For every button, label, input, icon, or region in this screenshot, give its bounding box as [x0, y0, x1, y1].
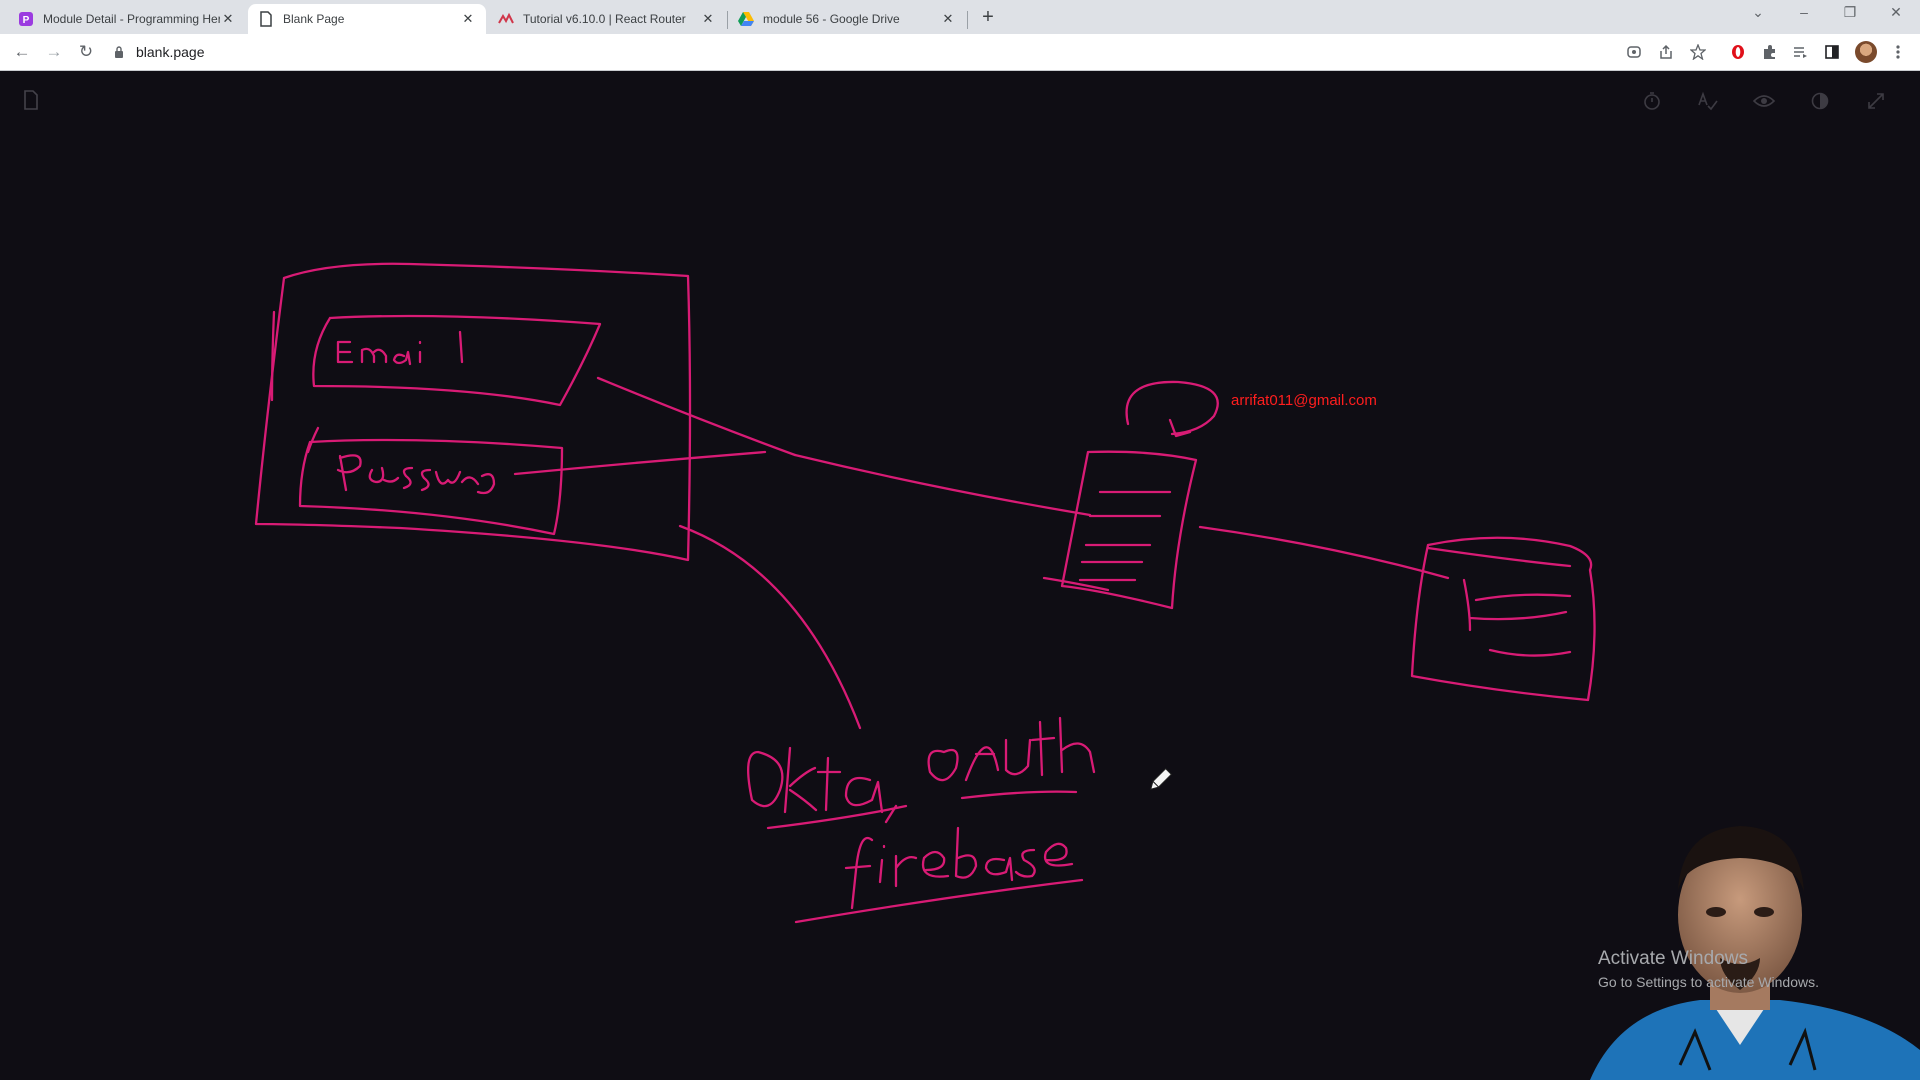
- share-icon[interactable]: [1656, 42, 1676, 62]
- tab-google-drive[interactable]: module 56 - Google Drive ✕: [728, 4, 966, 34]
- google-drive-icon: [738, 11, 754, 27]
- url-text: blank.page: [136, 44, 205, 60]
- tab-title: Tutorial v6.10.0 | React Router: [523, 12, 686, 26]
- forward-button[interactable]: →: [42, 40, 66, 64]
- bookmark-star-icon[interactable]: [1688, 42, 1708, 62]
- close-window-button[interactable]: ✕: [1884, 4, 1908, 21]
- programming-hero-icon: P: [18, 11, 34, 27]
- tab-close-icon[interactable]: ✕: [220, 11, 236, 27]
- password-handwriting: [336, 454, 496, 495]
- google-lens-icon[interactable]: [1624, 42, 1644, 62]
- tab-blank-page[interactable]: Blank Page ✕: [248, 4, 486, 34]
- opera-extension-icon[interactable]: [1728, 42, 1748, 62]
- email-handwriting: [336, 330, 464, 366]
- react-router-icon: [498, 11, 514, 27]
- tab-close-icon[interactable]: ✕: [940, 11, 956, 27]
- tab-title: Blank Page: [283, 12, 345, 26]
- profile-avatar[interactable]: [1855, 41, 1877, 63]
- back-button[interactable]: ←: [10, 40, 34, 64]
- tab-module-detail[interactable]: P Module Detail - Programming Hero ✕: [8, 4, 246, 34]
- lock-icon[interactable]: [112, 46, 126, 58]
- email-overlay-text: arrifat011@gmail.com: [1231, 392, 1377, 409]
- pen-cursor-icon: [1150, 767, 1173, 790]
- loop-arrow-sketch: [1125, 380, 1219, 438]
- tab-search-icon[interactable]: ⌄: [1746, 4, 1770, 21]
- tab-react-router[interactable]: Tutorial v6.10.0 | React Router ✕: [488, 4, 726, 34]
- reload-button[interactable]: ↻: [74, 40, 98, 64]
- minimize-button[interactable]: –: [1792, 4, 1816, 20]
- tab-separator: [967, 11, 968, 29]
- menu-kebab-icon[interactable]: [1888, 42, 1908, 62]
- presenter-webcam: [1590, 826, 1920, 1080]
- okta-oauth-handwriting: [747, 716, 1096, 824]
- connector-line: [1198, 525, 1450, 580]
- extensions-puzzle-icon[interactable]: [1760, 42, 1780, 62]
- connector-line: [678, 524, 862, 730]
- tab-title: Module Detail - Programming Hero: [43, 12, 220, 26]
- tab-close-icon[interactable]: ✕: [700, 11, 716, 27]
- new-tab-button[interactable]: +: [976, 6, 1000, 30]
- tab-strip: P Module Detail - Programming Hero ✕ Bla…: [0, 0, 1920, 34]
- tab-title: module 56 - Google Drive: [763, 12, 900, 26]
- windows-activation-watermark: Activate Windows Go to Settings to activ…: [1598, 948, 1819, 990]
- login-form-sketch: [254, 262, 692, 562]
- side-panel-icon[interactable]: [1822, 42, 1842, 62]
- watermark-subtitle: Go to Settings to activate Windows.: [1598, 974, 1819, 990]
- connector-line: [793, 453, 1092, 517]
- reading-list-icon[interactable]: [1790, 42, 1810, 62]
- connector-line: [513, 450, 767, 476]
- restore-button[interactable]: ❐: [1838, 4, 1862, 21]
- svg-text:P: P: [23, 15, 30, 26]
- watermark-title: Activate Windows: [1598, 948, 1748, 969]
- email-field-sketch: [312, 314, 602, 407]
- password-field-sketch: [298, 438, 564, 536]
- browser-toolbar: ← → ↻ blank.page: [0, 34, 1920, 71]
- address-bar[interactable]: blank.page: [112, 38, 1612, 66]
- page-icon: [258, 11, 274, 27]
- connector-line: [596, 376, 797, 457]
- tab-close-icon[interactable]: ✕: [460, 11, 476, 27]
